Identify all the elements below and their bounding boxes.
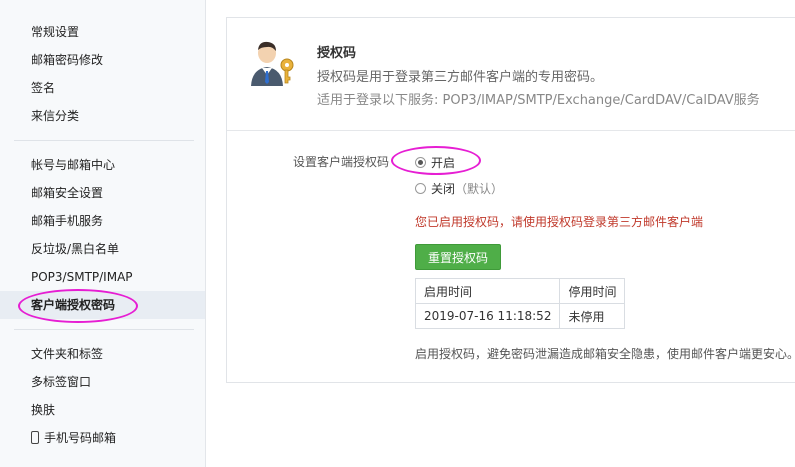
auth-code-table: 启用时间 停用时间 2019-07-16 11:18:52 未停用 <box>414 278 626 329</box>
disabled-time-cell: 未停用 <box>559 303 626 329</box>
sidebar-item-label: 常规设置 <box>31 25 80 39</box>
sidebar-item-label: 换肤 <box>31 403 56 417</box>
sidebar-item-label: 反垃圾/黑白名单 <box>31 242 120 256</box>
sidebar-item-anti-spam[interactable]: 反垃圾/黑白名单 <box>0 235 205 263</box>
sidebar-divider <box>14 140 194 141</box>
sidebar-item-general[interactable]: 常规设置 <box>0 18 205 46</box>
sidebar-item-signature[interactable]: 签名 <box>0 74 205 102</box>
sidebar-item-label: 邮箱安全设置 <box>31 186 104 200</box>
radio-button-checked[interactable] <box>415 157 426 168</box>
default-note: （默认） <box>455 182 504 196</box>
sidebar-item-label: 客户端授权密码 <box>31 298 116 312</box>
radio-button[interactable] <box>415 183 426 194</box>
user-key-icon <box>251 41 294 86</box>
enabled-time-cell: 2019-07-16 11:18:52 <box>414 303 561 329</box>
sidebar-divider <box>14 329 194 330</box>
sidebar-item-security[interactable]: 邮箱安全设置 <box>0 179 205 207</box>
sidebar-item-folders-tags[interactable]: 文件夹和标签 <box>0 340 205 368</box>
auth-code-panel: 授权码 授权码是用于登录第三方邮件客户端的专用密码。 适用于登录以下服务: PO… <box>226 17 795 383</box>
sidebar-item-label: 邮箱手机服务 <box>31 214 104 228</box>
setting-label: 设置客户端授权码 <box>293 155 390 169</box>
table-row: 2019-07-16 11:18:52 未停用 <box>414 303 626 329</box>
sidebar-item-label: 文件夹和标签 <box>31 347 104 361</box>
page-title: 授权码 <box>317 46 357 61</box>
page-description: 授权码是用于登录第三方邮件客户端的专用密码。 <box>317 70 604 85</box>
sidebar-item-phone-mailbox[interactable]: 手机号码邮箱 <box>0 424 205 452</box>
sidebar-item-label: 邮箱密码修改 <box>31 53 104 67</box>
sidebar-item-password[interactable]: 邮箱密码修改 <box>0 46 205 74</box>
sidebar-item-pop3-smtp-imap[interactable]: POP3/SMTP/IMAP <box>0 263 205 291</box>
sidebar-item-label: 手机号码邮箱 <box>44 431 117 445</box>
radio-disable-label: 关闭 <box>431 182 456 196</box>
radio-enable[interactable]: 开启 <box>415 154 455 171</box>
column-header-disabled-time: 停用时间 <box>559 278 626 304</box>
sidebar-item-label: 签名 <box>31 81 56 95</box>
sidebar-item-label: 多标签窗口 <box>31 375 92 389</box>
radio-disable[interactable]: 关闭（默认） <box>415 180 503 197</box>
sidebar-item-client-auth-code[interactable]: 客户端授权密码 <box>0 291 205 319</box>
auth-enabled-warning: 您已启用授权码，请使用授权码登录第三方邮件客户端 <box>415 215 704 229</box>
sidebar-item-label: POP3/SMTP/IMAP <box>31 270 133 284</box>
sidebar-item-mail-filter[interactable]: 来信分类 <box>0 102 205 130</box>
reset-auth-code-button[interactable]: 重置授权码 <box>415 244 501 270</box>
phone-icon <box>31 431 39 444</box>
supported-services: 适用于登录以下服务: POP3/IMAP/SMTP/Exchange/CardD… <box>317 93 760 108</box>
sidebar-item-label: 来信分类 <box>31 109 80 123</box>
column-header-enabled-time: 启用时间 <box>414 278 561 304</box>
sidebar-item-multi-tab[interactable]: 多标签窗口 <box>0 368 205 396</box>
panel-header: 授权码 授权码是用于登录第三方邮件客户端的专用密码。 适用于登录以下服务: PO… <box>227 18 795 131</box>
footer-note: 启用授权码，避免密码泄漏造成邮箱安全隐患，使用邮件客户端更安心。 <box>415 347 795 361</box>
table-header-row: 启用时间 停用时间 <box>414 278 626 304</box>
sidebar-item-mobile-service[interactable]: 邮箱手机服务 <box>0 207 205 235</box>
sidebar-item-skin[interactable]: 换肤 <box>0 396 205 424</box>
settings-sidebar: 常规设置 邮箱密码修改 签名 来信分类 帐号与邮箱中心 邮箱安全设置 邮箱手机服… <box>0 0 206 467</box>
radio-enable-label: 开启 <box>431 156 456 170</box>
sidebar-item-account-center[interactable]: 帐号与邮箱中心 <box>0 151 205 179</box>
sidebar-item-label: 帐号与邮箱中心 <box>31 158 116 172</box>
